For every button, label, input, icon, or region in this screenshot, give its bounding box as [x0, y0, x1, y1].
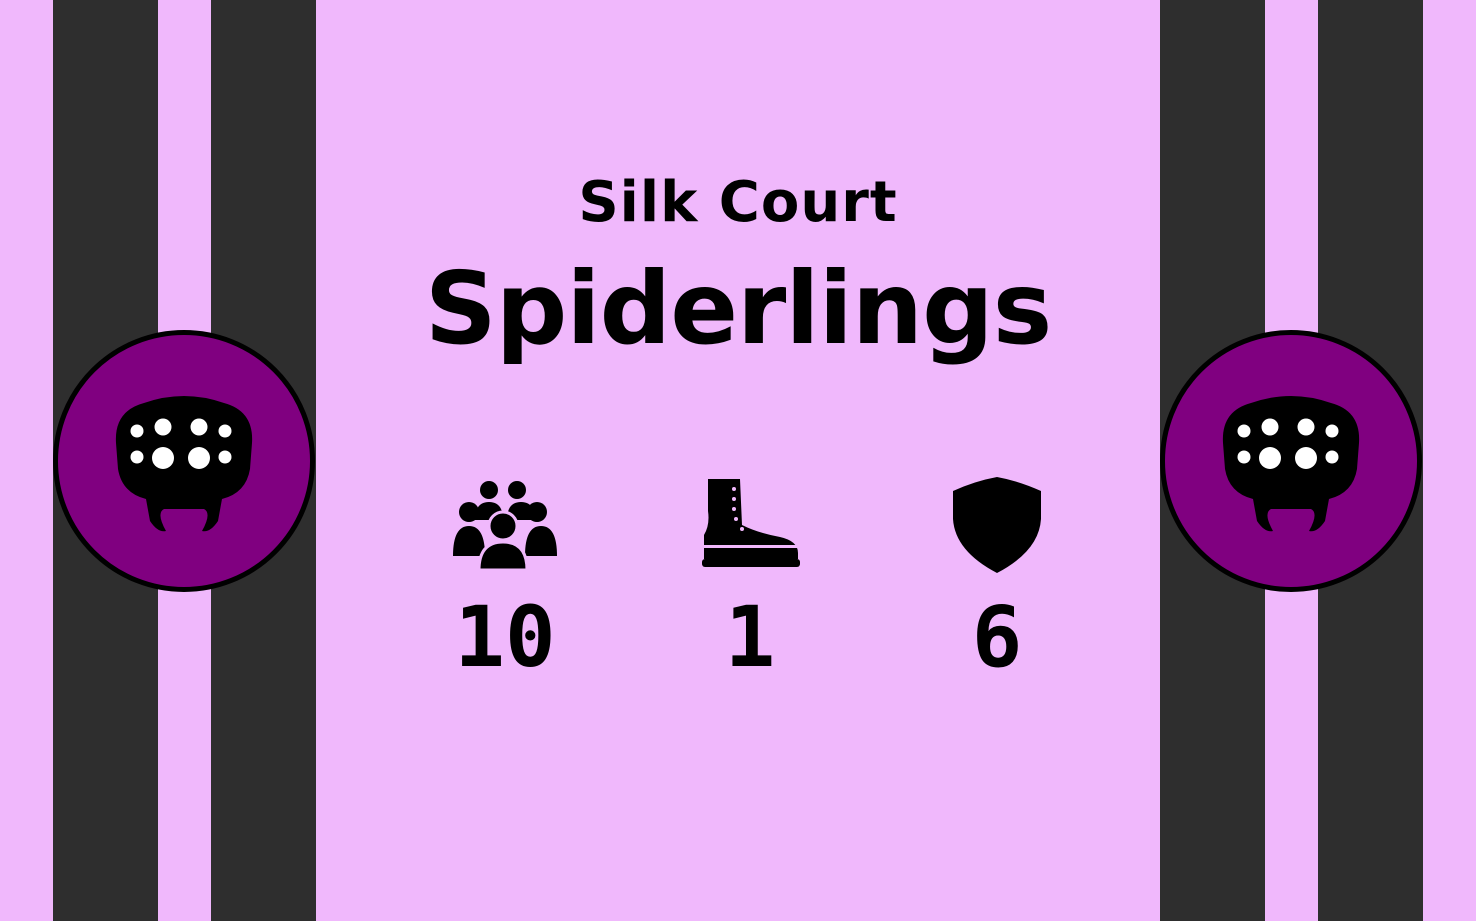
group-icon — [453, 480, 557, 570]
faction-emblem-right — [1160, 330, 1422, 592]
spider-head-icon — [1222, 396, 1360, 532]
stat-save: 6 — [917, 470, 1077, 679]
stat-models: 10 — [425, 470, 585, 679]
boot-icon — [702, 478, 800, 567]
faction-name: Silk Court — [578, 170, 898, 235]
move-value: 1 — [724, 588, 776, 686]
save-value: 6 — [971, 588, 1023, 686]
stat-move: 1 — [670, 470, 830, 679]
models-value: 10 — [454, 588, 556, 686]
shield-icon — [953, 476, 1041, 573]
unit-name: Spiderlings — [424, 250, 1052, 367]
spider-head-icon — [115, 396, 253, 532]
faction-emblem-left — [53, 330, 315, 592]
